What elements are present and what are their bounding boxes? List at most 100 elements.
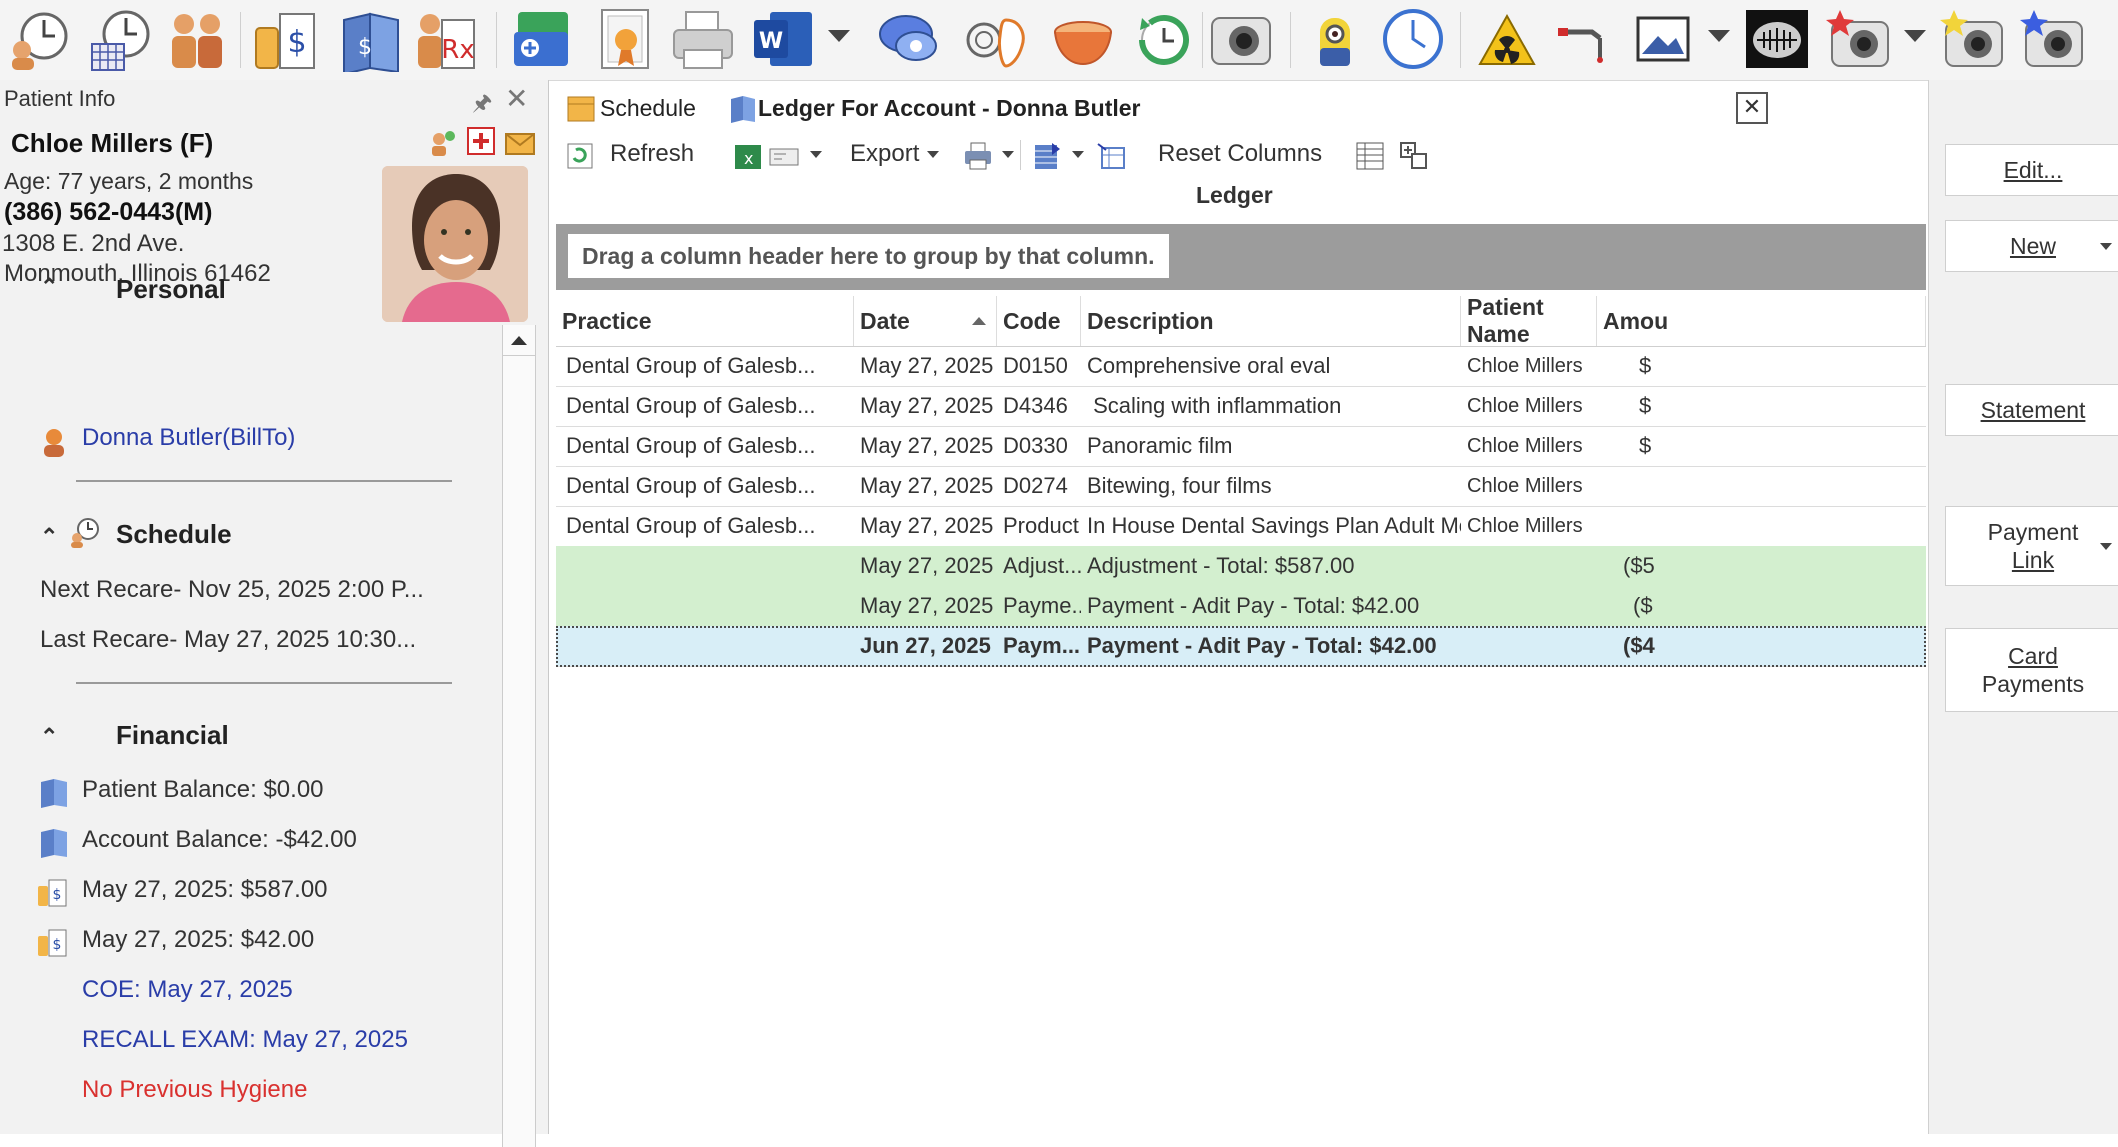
- patient-balance[interactable]: Patient Balance: $0.00: [82, 776, 324, 804]
- next-recare[interactable]: Next Recare- Nov 25, 2025 2:00 P...: [40, 576, 424, 604]
- section-schedule[interactable]: Schedule: [116, 519, 232, 550]
- clock-icon[interactable]: [1380, 6, 1446, 72]
- camera-yellow-star-icon[interactable]: [1940, 6, 2006, 72]
- ledger-book-icon[interactable]: $: [338, 6, 404, 72]
- email-icon[interactable]: [504, 128, 536, 156]
- image-dropdown-icon[interactable]: [1708, 30, 1730, 42]
- prescription-icon[interactable]: Rx: [414, 6, 480, 72]
- collapse-schedule-toggle[interactable]: ⌃: [40, 524, 58, 550]
- cell-amount: $: [1639, 353, 1652, 378]
- camera-blue-star-icon[interactable]: [2020, 6, 2086, 72]
- group-by-area[interactable]: Drag a column header here to group by th…: [556, 224, 1926, 290]
- collapse-financial-icon[interactable]: ⌃: [40, 724, 58, 750]
- cell-code: D0330: [1003, 433, 1068, 458]
- new-button-label: New: [2009, 233, 2056, 259]
- bill-to-link[interactable]: Donna Butler(BillTo): [82, 424, 295, 452]
- tab-schedule[interactable]: Schedule: [566, 84, 696, 132]
- last-recare[interactable]: Last Recare- May 27, 2025 10:30...: [40, 626, 416, 654]
- history-icon[interactable]: [1128, 6, 1194, 72]
- reset-columns-icon[interactable]: [1096, 140, 1128, 172]
- svg-text:x: x: [744, 149, 753, 168]
- column-code[interactable]: Code: [997, 296, 1081, 346]
- group-rows-icon[interactable]: [1354, 140, 1386, 172]
- no-previous-hygiene[interactable]: No Previous Hygiene: [82, 1076, 307, 1104]
- export-menu[interactable]: Export: [850, 134, 940, 174]
- refresh-button[interactable]: Refresh: [610, 134, 694, 174]
- table-row[interactable]: Dental Group of Galesb... May 27, 2025 D…: [556, 386, 1926, 427]
- section-personal[interactable]: Personal: [116, 274, 226, 305]
- excel-icon[interactable]: x: [732, 140, 764, 172]
- appointment-clock-icon[interactable]: [4, 6, 70, 72]
- table-row[interactable]: Dental Group of Galesb... May 27, 2025 D…: [556, 426, 1926, 467]
- new-dropdown-icon[interactable]: [2100, 243, 2112, 250]
- pin-icon[interactable]: 🖈: [472, 86, 492, 124]
- family-icon[interactable]: [164, 6, 230, 72]
- minion-icon[interactable]: [1302, 6, 1368, 72]
- columns-icon[interactable]: [1032, 140, 1064, 172]
- charge-587[interactable]: May 27, 2025: $587.00: [82, 876, 328, 904]
- column-amount[interactable]: Amou: [1597, 296, 1926, 346]
- panel-scrollbar[interactable]: [502, 325, 536, 1147]
- close-tab-icon[interactable]: ✕: [1736, 92, 1768, 124]
- insurance-card-icon[interactable]: [508, 6, 574, 72]
- charge-42[interactable]: May 27, 2025: $42.00: [82, 926, 314, 954]
- camera-red-star-icon[interactable]: [1826, 6, 1892, 72]
- refresh-icon[interactable]: [564, 140, 596, 172]
- billing-icon[interactable]: $: [252, 6, 318, 72]
- panel-title: Patient Info: [4, 86, 116, 111]
- scroll-up-icon[interactable]: [503, 325, 535, 356]
- table-row-payment[interactable]: May 27, 2025 Payme... Payment - Adit Pay…: [556, 586, 1926, 627]
- recall-exam-link[interactable]: RECALL EXAM: May 27, 2025: [82, 1026, 408, 1054]
- new-button[interactable]: New: [1945, 220, 2118, 272]
- table-row[interactable]: Dental Group of Galesb... May 27, 2025 D…: [556, 346, 1926, 387]
- column-description[interactable]: Description: [1081, 296, 1461, 346]
- medical-alert-icon[interactable]: [466, 126, 496, 156]
- table-row-selected[interactable]: Jun 27, 2025 Paym... Payment - Adit Pay …: [556, 626, 1926, 667]
- column-patient-name[interactable]: Patient Name: [1461, 296, 1597, 347]
- chat-icon[interactable]: [876, 6, 942, 72]
- table-row[interactable]: Dental Group of Galesb... May 27, 2025 P…: [556, 506, 1926, 547]
- statement-button[interactable]: Statement: [1945, 384, 2118, 436]
- patient-photo[interactable]: [382, 166, 528, 322]
- edit-button[interactable]: Edit...: [1945, 144, 2118, 196]
- print-dropdown[interactable]: [994, 134, 1014, 174]
- column-date[interactable]: Date: [854, 296, 997, 346]
- schedule-calendar-icon[interactable]: [86, 6, 152, 72]
- payment-link-button[interactable]: Payment Link: [1945, 506, 2118, 586]
- print-icon[interactable]: [962, 140, 994, 172]
- lungs-icon[interactable]: [964, 6, 1030, 72]
- printer-icon[interactable]: [670, 6, 736, 72]
- card-payments-button[interactable]: Card Payments: [1945, 628, 2118, 712]
- column-practice[interactable]: Practice: [556, 296, 854, 346]
- table-row-adjustment[interactable]: May 27, 2025 Adjust... Adjustment - Tota…: [556, 546, 1926, 587]
- certificate-icon[interactable]: [594, 6, 660, 72]
- word-icon[interactable]: W: [750, 6, 816, 72]
- envelope-dropdown[interactable]: [802, 134, 822, 174]
- xray-icon[interactable]: [1744, 6, 1810, 72]
- family-link-icon[interactable]: [428, 128, 458, 158]
- divider: [76, 480, 452, 482]
- envelope-icon[interactable]: [768, 140, 800, 172]
- cell-practice: [560, 586, 854, 626]
- section-financial[interactable]: Financial: [116, 720, 229, 751]
- image-viewer-icon[interactable]: [1630, 6, 1696, 72]
- export-label: Export: [850, 140, 920, 167]
- tab-ledger[interactable]: Ledger For Account - Donna Butler: [728, 84, 1141, 132]
- word-dropdown-icon[interactable]: [828, 30, 850, 42]
- radiation-warning-icon[interactable]: [1474, 6, 1540, 72]
- dental-handpiece-icon[interactable]: [1554, 6, 1620, 72]
- payment-link-dropdown-icon[interactable]: [2100, 543, 2112, 550]
- account-balance[interactable]: Account Balance: -$42.00: [82, 826, 357, 854]
- collapse-personal-icon[interactable]: ⌃: [40, 274, 58, 300]
- expand-rows-icon[interactable]: [1398, 140, 1430, 172]
- cell-date: Jun 27, 2025: [860, 633, 991, 658]
- columns-dropdown[interactable]: [1064, 134, 1084, 174]
- bowl-icon[interactable]: [1050, 6, 1116, 72]
- camera-dropdown-icon[interactable]: [1904, 30, 1926, 42]
- patient-phone: (386) 562-0443(M): [4, 198, 213, 226]
- coe-link[interactable]: COE: May 27, 2025: [82, 976, 293, 1004]
- camera-icon[interactable]: [1208, 6, 1274, 72]
- close-icon[interactable]: ✕: [505, 82, 528, 115]
- table-row[interactable]: Dental Group of Galesb... May 27, 2025 D…: [556, 466, 1926, 507]
- reset-columns-button[interactable]: Reset Columns: [1158, 134, 1322, 174]
